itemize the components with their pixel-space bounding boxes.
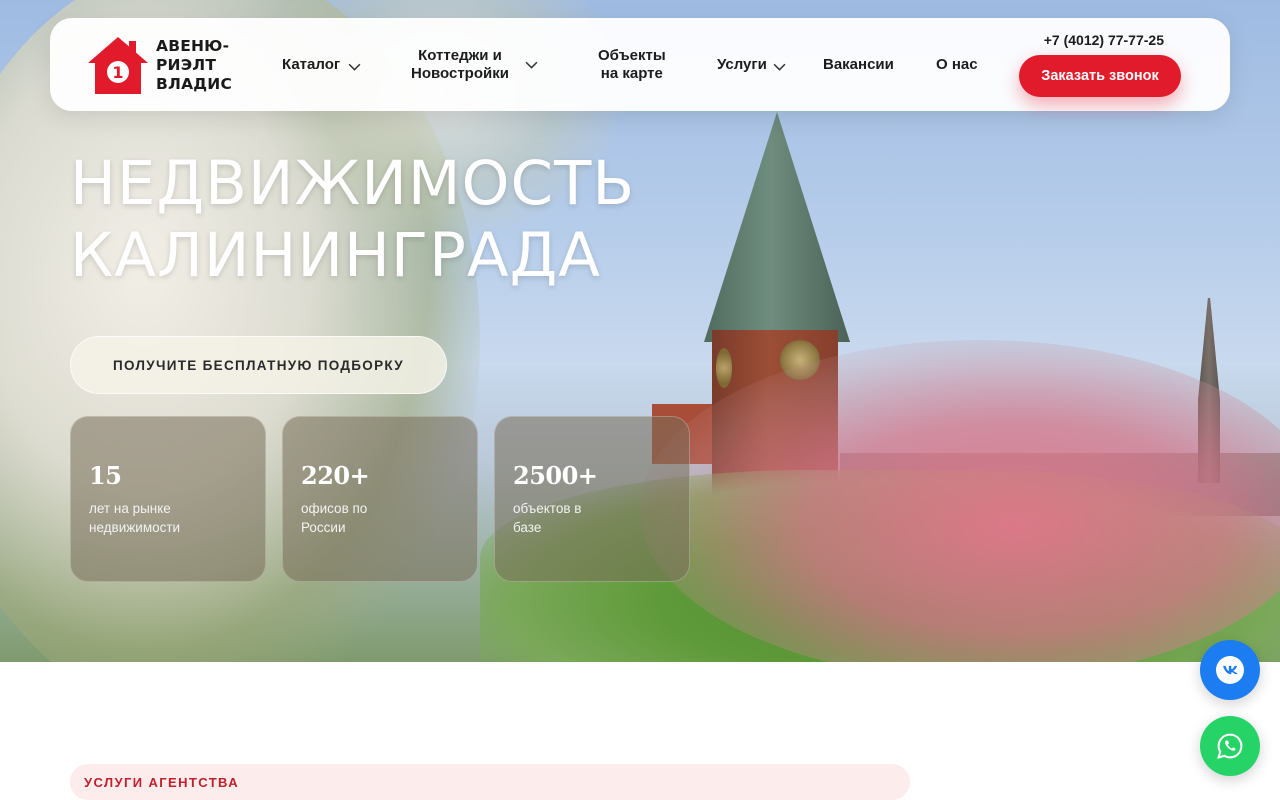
hero-title: НЕДВИЖИМОСТЬ КАЛИНИНГРАДА: [70, 148, 770, 292]
chevron-down-icon: [348, 63, 361, 71]
order-call-button[interactable]: Заказать звонок: [1019, 55, 1181, 97]
nav-cottages-label-line1: Коттеджи и: [418, 47, 502, 64]
nav-catalog[interactable]: Каталог: [282, 56, 361, 74]
site-logo[interactable]: 1 АВЕНЮ- РИЭЛТ ВЛАДИС: [88, 37, 238, 95]
services-section-label-bar: УСЛУГИ АГЕНТСТВА: [70, 764, 910, 800]
stat-caption-line2: недвижимости: [89, 520, 181, 535]
stat-card-offices: 220+ офисов по России: [282, 416, 478, 582]
stat-card-objects: 2500+ объектов в базе: [494, 416, 690, 582]
hero-title-line2: КАЛИНИНГРАДА: [70, 220, 602, 291]
nav-cottages-label: Коттеджи и Новостройки: [411, 47, 509, 83]
logo-badge: 1: [112, 63, 123, 82]
stat-caption-line1: офисов по: [301, 501, 368, 516]
stat-caption: лет на рынке недвижимости: [89, 499, 239, 537]
nav-about-label: О нас: [936, 56, 978, 73]
stat-caption-line1: объектов в: [513, 501, 582, 516]
hero-title-line1: НЕДВИЖИМОСТЬ: [70, 148, 636, 219]
nav-catalog-label: Каталог: [282, 56, 341, 73]
phone-number[interactable]: +7 (4012) 77-77-25: [1036, 32, 1164, 48]
nav-cottages[interactable]: Коттеджи и Новостройки: [411, 47, 538, 83]
stat-caption-line2: базе: [513, 520, 542, 535]
house-logo-icon: 1: [88, 37, 148, 94]
nav-services[interactable]: Услуги: [717, 56, 786, 74]
stat-card-years: 15 лет на рынке недвижимости: [70, 416, 266, 582]
stat-caption-line1: лет на рынке: [89, 501, 171, 516]
nav-map-objects-label-line1: Объекты: [598, 47, 666, 64]
stat-value: 220+: [301, 461, 370, 490]
whatsapp-icon: [1217, 733, 1243, 759]
vk-logo-icon: [1222, 665, 1238, 675]
whatsapp-button[interactable]: [1200, 716, 1260, 776]
chevron-down-icon: [773, 63, 786, 71]
stat-caption: объектов в базе: [513, 499, 663, 537]
nav-map-objects-label: Объекты на карте: [598, 47, 666, 83]
stat-value: 15: [89, 461, 122, 490]
nav-vacancies[interactable]: Вакансии: [823, 56, 894, 74]
logo-line: РИЭЛТ: [156, 56, 217, 74]
free-selection-button[interactable]: ПОЛУЧИТЕ БЕСПЛАТНУЮ ПОДБОРКУ: [70, 336, 447, 394]
logo-line: ВЛАДИС: [156, 75, 233, 93]
nav-about[interactable]: О нас: [936, 56, 978, 74]
nav-map-objects-label-line2: на карте: [600, 65, 663, 82]
stat-value: 2500+: [513, 461, 598, 490]
nav-map-objects[interactable]: Объекты на карте: [598, 47, 666, 83]
chevron-down-icon: [525, 61, 538, 69]
stat-caption: офисов по России: [301, 499, 451, 537]
nav-cottages-label-line2: Новостройки: [411, 65, 509, 82]
logo-line: АВЕНЮ-: [156, 37, 230, 55]
vk-button[interactable]: [1200, 640, 1260, 700]
vk-icon: [1216, 656, 1244, 684]
site-header: 1 АВЕНЮ- РИЭЛТ ВЛАДИС Каталог Коттеджи и…: [50, 18, 1230, 111]
nav-services-label: Услуги: [717, 56, 767, 73]
logo-text: АВЕНЮ- РИЭЛТ ВЛАДИС: [156, 37, 246, 94]
tower-clock-side: [716, 348, 732, 388]
stat-caption-line2: России: [301, 520, 346, 535]
services-section-label: УСЛУГИ АГЕНТСТВА: [84, 775, 239, 790]
nav-vacancies-label: Вакансии: [823, 56, 894, 73]
